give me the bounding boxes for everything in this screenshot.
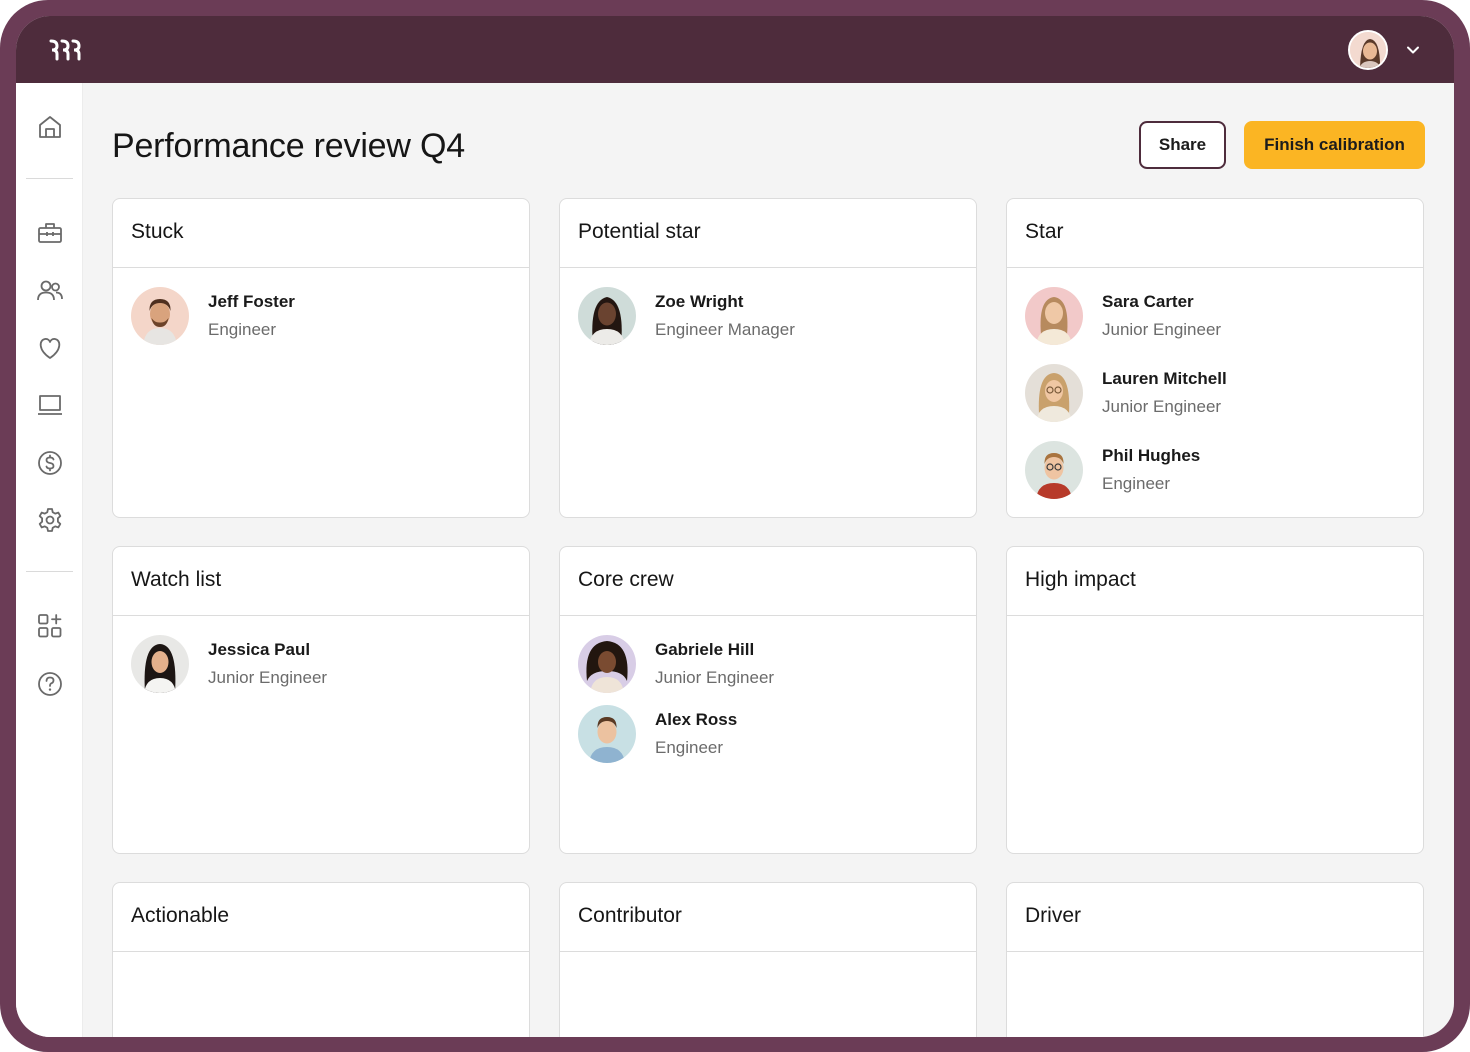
avatar-image-icon (131, 635, 189, 693)
person-item[interactable]: Lauren Mitchell Junior Engineer (1025, 364, 1405, 441)
person-item[interactable]: Alex Ross Engineer (578, 705, 958, 782)
group-title: Stuck (113, 199, 529, 268)
dollar-circle-icon[interactable] (36, 449, 64, 477)
chevron-down-icon[interactable] (1406, 43, 1420, 57)
person-item[interactable]: Sara Carter Junior Engineer (1025, 287, 1405, 364)
main-content: Performance review Q4 Share Finish calib… (83, 83, 1454, 1037)
avatar (578, 705, 636, 763)
group-title: Actionable (113, 883, 529, 952)
person-role: Engineer (655, 738, 724, 757)
top-bar (16, 16, 1454, 83)
group-title: Core crew (560, 547, 976, 616)
avatar (131, 635, 189, 693)
people-icon[interactable] (36, 277, 64, 305)
group-card-driver: Driver (1006, 882, 1424, 1037)
sidebar-divider (26, 178, 73, 179)
group-card-stuck: Stuck Jeff Foster Engineer (112, 198, 530, 518)
avatar-image-icon (1025, 287, 1083, 345)
avatar-image-icon (1025, 441, 1083, 499)
avatar (1025, 441, 1083, 499)
person-name: Sara Carter (1102, 292, 1194, 311)
person-name: Gabriele Hill (655, 640, 755, 659)
avatar (131, 287, 189, 345)
device-frame: Performance review Q4 Share Finish calib… (0, 0, 1470, 1052)
avatar (578, 635, 636, 693)
person-name: Zoe Wright (655, 292, 744, 311)
group-card-actionable: Actionable (112, 882, 530, 1037)
group-card-core-crew: Core crew Gabriele Hill Junior Engineer … (559, 546, 977, 854)
person-item[interactable]: Jeff Foster Engineer (131, 287, 511, 364)
group-card-watch-list: Watch list Jessica Paul Junior Engineer (112, 546, 530, 854)
laptop-icon[interactable] (36, 391, 64, 419)
avatar-image-icon (578, 705, 636, 763)
help-icon[interactable] (36, 670, 64, 698)
avatar (578, 287, 636, 345)
group-title: Driver (1007, 883, 1423, 952)
person-name: Jeff Foster (208, 292, 295, 311)
person-name: Jessica Paul (208, 640, 311, 659)
person-role: Engineer (1102, 474, 1171, 493)
person-item[interactable]: Phil Hughes Engineer (1025, 441, 1405, 517)
group-card-potential-star: Potential star Zoe Wright Engineer Manag… (559, 198, 977, 518)
sidebar-divider (26, 571, 73, 572)
gear-icon[interactable] (36, 506, 64, 534)
person-role: Junior Engineer (655, 668, 775, 687)
person-name: Lauren Mitchell (1102, 369, 1227, 388)
add-apps-icon[interactable] (36, 612, 64, 640)
group-title: Potential star (560, 199, 976, 268)
group-card-high-impact: High impact (1006, 546, 1424, 854)
finish-calibration-button[interactable]: Finish calibration (1244, 121, 1425, 169)
avatar-image-icon (1350, 32, 1386, 68)
group-card-star: Star Sara Carter Junior Engineer Lauren … (1006, 198, 1424, 518)
avatar-image-icon (578, 635, 636, 693)
person-item[interactable]: Jessica Paul Junior Engineer (131, 635, 511, 712)
group-title: Watch list (113, 547, 529, 616)
person-item[interactable]: Gabriele Hill Junior Engineer (578, 635, 958, 705)
briefcase-icon[interactable] (36, 219, 64, 247)
avatar-image-icon (1025, 364, 1083, 422)
page-title: Performance review Q4 (112, 127, 465, 165)
user-avatar[interactable] (1348, 30, 1388, 70)
person-role: Junior Engineer (1102, 320, 1222, 339)
person-role: Junior Engineer (208, 668, 328, 687)
app-screen: Performance review Q4 Share Finish calib… (16, 16, 1454, 1037)
person-role: Junior Engineer (1102, 397, 1222, 416)
avatar-image-icon (131, 287, 189, 345)
sidebar (16, 83, 83, 1037)
home-icon[interactable] (36, 113, 64, 141)
avatar (1025, 364, 1083, 422)
heart-icon[interactable] (36, 334, 64, 362)
share-button[interactable]: Share (1139, 121, 1226, 169)
avatar (1025, 287, 1083, 345)
person-name: Alex Ross (655, 710, 738, 729)
person-role: Engineer Manager (655, 320, 795, 339)
group-title: Star (1007, 199, 1423, 268)
brand-logo-icon[interactable] (48, 38, 82, 62)
group-title: Contributor (560, 883, 976, 952)
person-role: Engineer (208, 320, 277, 339)
avatar-image-icon (578, 287, 636, 345)
person-item[interactable]: Zoe Wright Engineer Manager (578, 287, 958, 364)
group-title: High impact (1007, 547, 1423, 616)
group-card-contributor: Contributor (559, 882, 977, 1037)
person-name: Phil Hughes (1102, 446, 1201, 465)
